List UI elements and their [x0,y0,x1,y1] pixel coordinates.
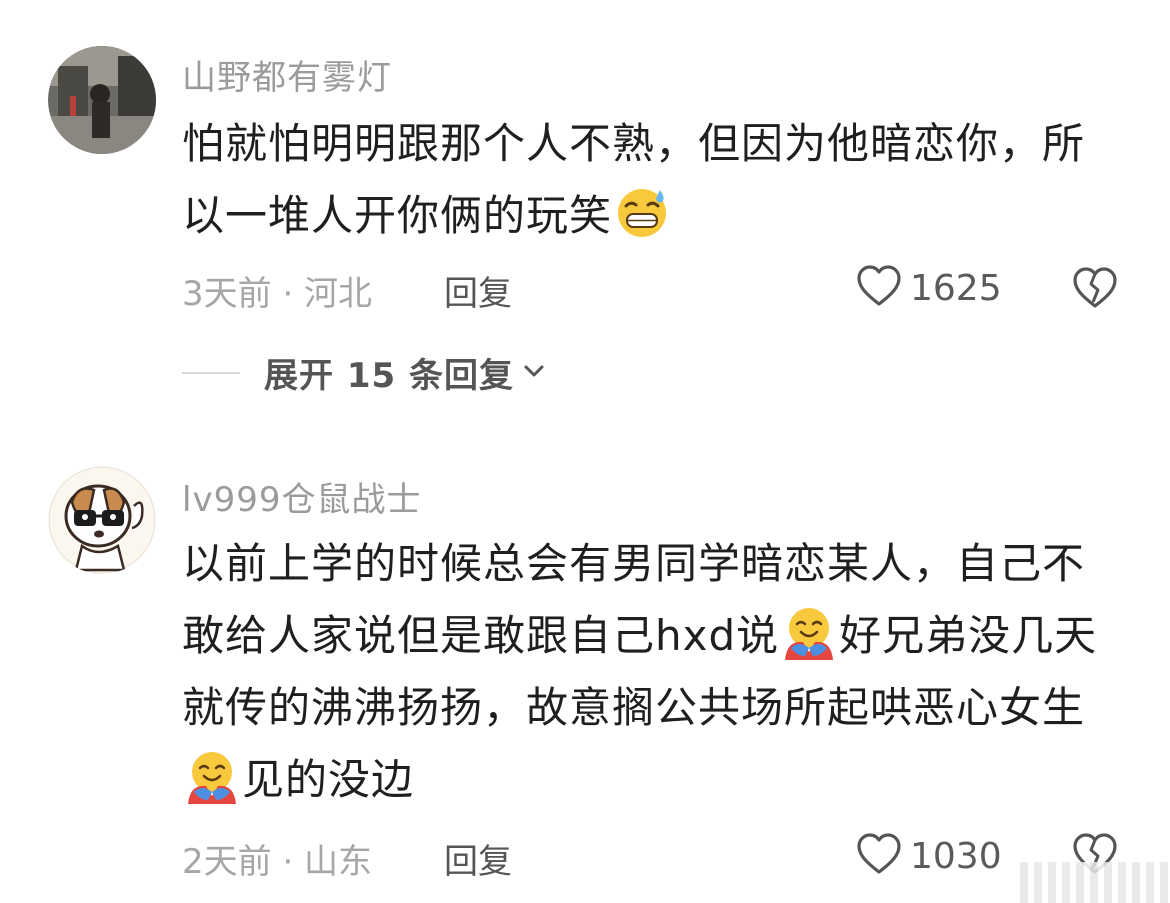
comment-text: 以前上学的时候总会有男同学暗恋某人，自己不敢给人家说但是敢跟自己hxd说 好兄弟… [182,528,1122,816]
username[interactable]: lv999仓鼠战士 [182,472,421,521]
comment-text-segment: 见的没边 [242,755,415,804]
comment-text: 怕就怕明明跟那个人不熟，但因为他暗恋你，所以一堆人开你俩的玩笑 [182,108,1122,252]
expand-replies[interactable]: 展开 15 条回复 [182,348,546,397]
like-count: 1625 [910,267,1002,309]
time-location: 2天前 · 山东 [182,842,373,882]
avatar[interactable] [48,466,156,574]
username[interactable]: 山野都有雾灯 [182,50,392,99]
broken-heart-icon [1072,267,1118,314]
like-count: 1030 [910,835,1002,877]
expand-replies-label[interactable]: 展开 15 条回复 [264,348,514,397]
like-button[interactable]: 1625 [856,264,1002,312]
hugging-face-emoji [781,604,837,660]
heart-outline-icon [856,832,902,880]
dislike-button[interactable] [1072,266,1118,314]
divider [182,371,240,374]
time-location: 3天前 · 河北 [182,274,373,314]
reply-button[interactable]: 回复 [444,834,512,883]
heart-outline-icon [856,264,902,312]
hugging-face-emoji [184,748,240,804]
chevron-down-icon [522,361,546,385]
like-button[interactable]: 1030 [856,832,1002,880]
reply-button[interactable]: 回复 [444,266,512,315]
grin-sweat-emoji [614,184,670,240]
avatar[interactable] [48,46,156,154]
watermark-overlay [1020,862,1170,903]
